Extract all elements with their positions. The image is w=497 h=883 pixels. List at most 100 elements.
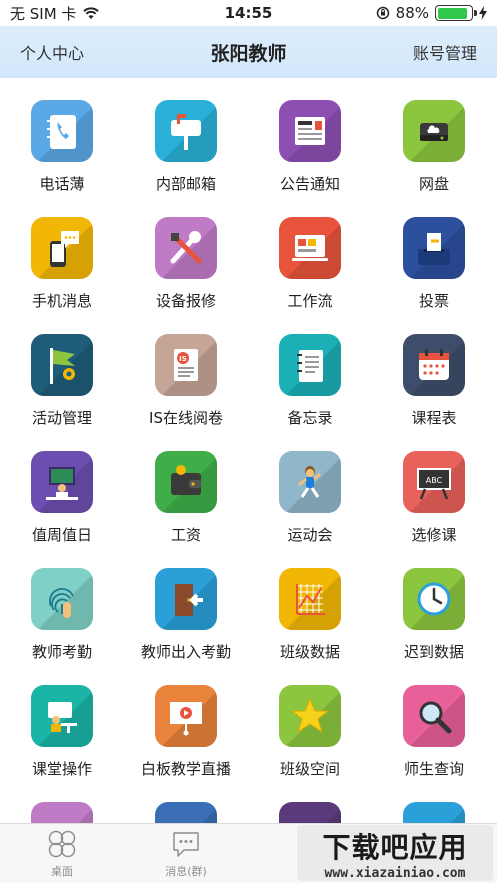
- star-icon: [279, 685, 341, 747]
- app-tile-label: 工作流: [287, 292, 333, 310]
- mobile-message-icon: [31, 217, 93, 279]
- battery-percent: 88%: [395, 4, 429, 22]
- duty-icon: [31, 451, 93, 513]
- app-tile[interactable]: 师生查询: [372, 685, 496, 802]
- app-tile-label: 投票: [418, 292, 449, 310]
- battery-icon: [435, 5, 477, 21]
- calendar-icon: [403, 334, 465, 396]
- app-tile[interactable]: 电话薄: [0, 100, 124, 217]
- app-tile[interactable]: 活动管理: [0, 334, 124, 451]
- status-left: 无 SIM 卡: [10, 3, 376, 24]
- app-tile[interactable]: 手机消息: [0, 217, 124, 334]
- app-tile-label: 迟到数据: [403, 643, 464, 661]
- app-tile[interactable]: IS IS在线阅卷: [124, 334, 248, 451]
- news-icon: [279, 100, 341, 162]
- sports-icon: [279, 451, 341, 513]
- app-tile[interactable]: ABC 选修课: [372, 451, 496, 568]
- status-bar: 无 SIM 卡 14:55 88%: [0, 0, 497, 26]
- blackboard-icon: ABC: [403, 451, 465, 513]
- app-tile[interactable]: 迟到数据: [372, 568, 496, 685]
- classroom-icon: [31, 685, 93, 747]
- app-tile[interactable]: 教师考勤: [0, 568, 124, 685]
- vote-icon: [403, 217, 465, 279]
- app-tile[interactable]: 工资: [124, 451, 248, 568]
- app-tile-label: 工资: [170, 526, 201, 544]
- watermark: 下载吧应用 www.xiazainiao.com: [297, 825, 493, 881]
- app-tile[interactable]: 值周值日: [0, 451, 124, 568]
- app-tile[interactable]: 投票: [372, 217, 496, 334]
- app-tile-label: 教师考勤: [31, 643, 92, 661]
- app-tile-label: 活动管理: [31, 409, 92, 427]
- activity-flag-icon: [31, 334, 93, 396]
- fingerprint-icon: [31, 568, 93, 630]
- app-tile-label: 备忘录: [287, 409, 333, 427]
- svg-text:ABC: ABC: [426, 476, 443, 485]
- app-tile[interactable]: 白板教学直播: [124, 685, 248, 802]
- personal-center-button[interactable]: 个人中心: [20, 40, 140, 64]
- status-right: 88%: [376, 4, 487, 22]
- app-tile-label: 设备报修: [155, 292, 216, 310]
- app-tile-label: 选修课: [411, 526, 457, 544]
- clock-icon: [403, 568, 465, 630]
- app-tile[interactable]: 运动会: [248, 451, 372, 568]
- app-grid: 电话薄 内部邮箱 公告通知 网盘手机消息 设备报修 工作流 投票活动管理 IS IS在线阅卷 备忘…: [0, 78, 497, 823]
- wifi-icon: [83, 7, 100, 19]
- carrier-label: 无 SIM 卡: [10, 4, 77, 23]
- app-tile-label: 电话薄: [39, 175, 85, 193]
- app-tile-label: 课程表: [411, 409, 457, 427]
- app-tile-label: IS在线阅卷: [149, 409, 223, 427]
- app-tile[interactable]: 课程表: [372, 334, 496, 451]
- app-tile-label: 课堂操作: [31, 760, 92, 778]
- app-tile-label: 公告通知: [279, 175, 340, 193]
- repair-tools-icon: [155, 217, 217, 279]
- nav-bar: 个人中心 张阳教师 账号管理: [0, 26, 497, 78]
- page-title: 张阳教师: [210, 42, 287, 65]
- orientation-lock-icon: [376, 6, 389, 20]
- disk-icon: [403, 100, 465, 162]
- battery-level: [437, 7, 467, 19]
- tab-desktop[interactable]: 桌面: [0, 824, 124, 883]
- chart-grid-icon: [279, 568, 341, 630]
- svg-text:IS: IS: [179, 355, 187, 363]
- app-tile[interactable]: [372, 802, 496, 823]
- app-tile[interactable]: 备忘录: [248, 334, 372, 451]
- partial-app-icon: [31, 802, 93, 823]
- wallet-icon: [155, 451, 217, 513]
- app-tile-label: 网盘: [418, 175, 449, 193]
- workflow-icon: [279, 217, 341, 279]
- app-tile[interactable]: 班级空间: [248, 685, 372, 802]
- app-tile[interactable]: [124, 802, 248, 823]
- door-icon: [155, 568, 217, 630]
- app-tile-label: 班级数据: [279, 643, 340, 661]
- app-tile-label: 教师出入考勤: [140, 643, 231, 661]
- watermark-url: www.xiazainiao.com: [324, 865, 466, 881]
- app-tile-label: 运动会: [287, 526, 333, 544]
- app-tile[interactable]: [248, 802, 372, 823]
- app-tile[interactable]: 班级数据: [248, 568, 372, 685]
- tab-messages-label: 消息(群): [165, 864, 207, 878]
- app-tile[interactable]: 内部邮箱: [124, 100, 248, 217]
- desktop-grid-icon: [48, 830, 76, 857]
- app-tile-label: 班级空间: [279, 760, 340, 778]
- app-tile[interactable]: 工作流: [248, 217, 372, 334]
- app-tile[interactable]: [0, 802, 124, 823]
- app-tile-label: 师生查询: [403, 760, 464, 778]
- app-tile[interactable]: 课堂操作: [0, 685, 124, 802]
- watermark-title: 下载吧应用: [322, 830, 468, 864]
- phonebook-icon: [31, 100, 93, 162]
- partial-app-icon: [279, 802, 341, 823]
- app-tile-label: 手机消息: [31, 292, 92, 310]
- partial-app-icon: [155, 802, 217, 823]
- app-tile-label: 白板教学直播: [140, 760, 231, 778]
- search-icon: [403, 685, 465, 747]
- account-management-button[interactable]: 账号管理: [357, 40, 477, 64]
- app-tile[interactable]: 公告通知: [248, 100, 372, 217]
- charging-bolt-icon: [479, 6, 487, 20]
- app-tile[interactable]: 网盘: [372, 100, 496, 217]
- app-tile[interactable]: 教师出入考勤: [124, 568, 248, 685]
- app-tile-label: 值周值日: [31, 526, 92, 544]
- app-tile[interactable]: 设备报修: [124, 217, 248, 334]
- whiteboard-video-icon: [155, 685, 217, 747]
- memo-icon: [279, 334, 341, 396]
- tab-messages[interactable]: 消息(群): [124, 824, 248, 883]
